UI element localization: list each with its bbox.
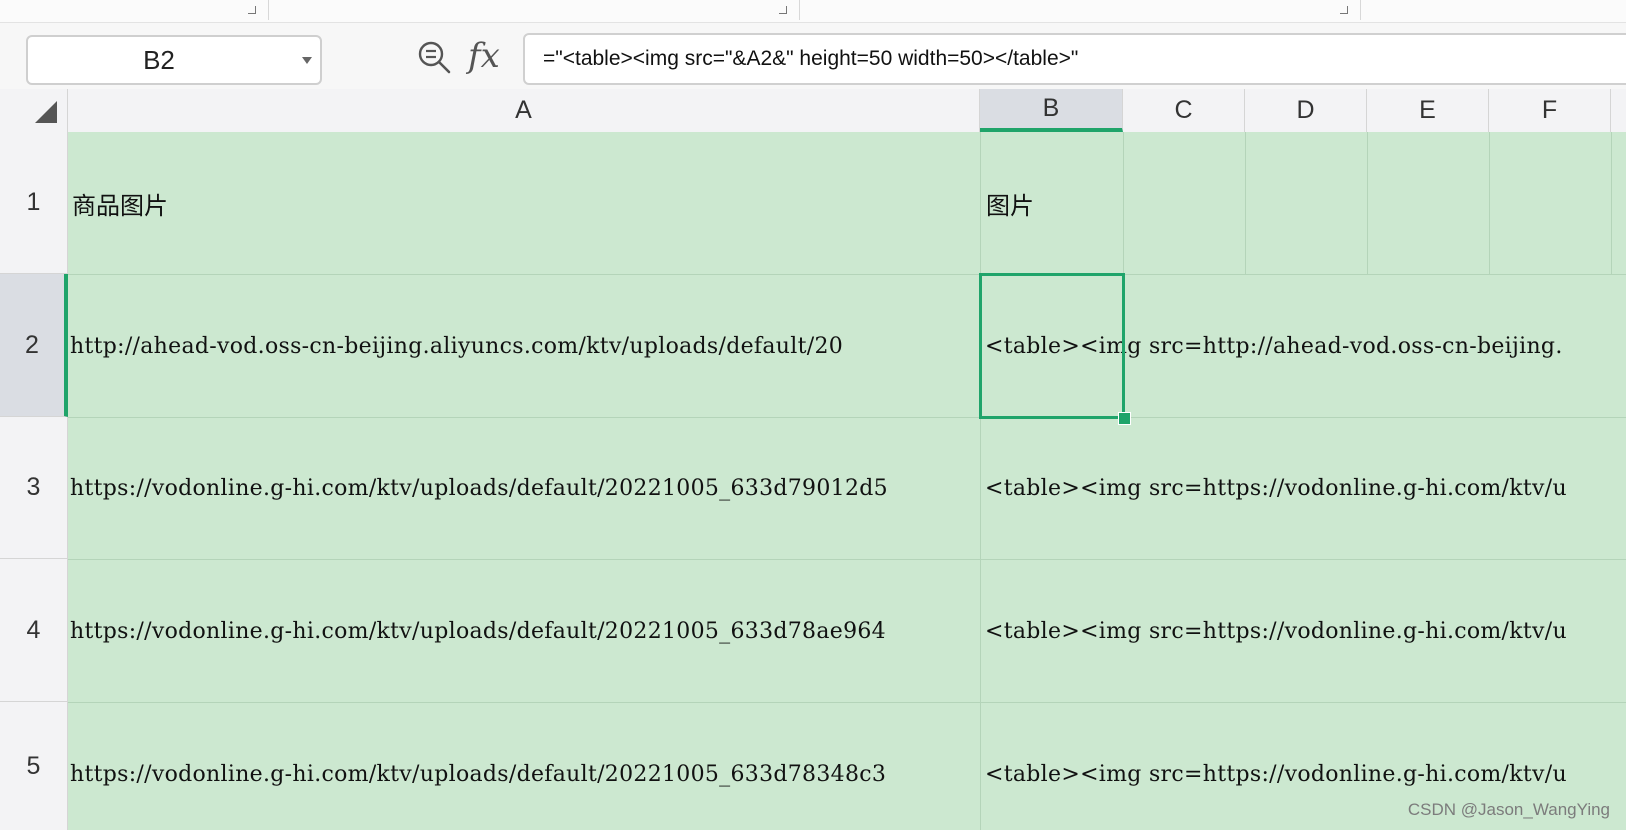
name-box-value[interactable]: B2 [28, 37, 290, 83]
toolbar-strip [0, 0, 1626, 23]
toolbar-segment[interactable] [269, 0, 800, 20]
row-header-2[interactable]: 2 [0, 274, 68, 417]
gridline [1123, 132, 1124, 274]
formula-input[interactable]: ="<table><img src="&A2&" height=50 width… [523, 33, 1626, 85]
select-all-icon [35, 101, 57, 123]
cell-a5[interactable]: https://vodonline.g-hi.com/ktv/uploads/d… [70, 703, 979, 830]
cell-a2[interactable]: http://ahead-vod.oss-cn-beijing.aliyuncs… [70, 275, 979, 417]
watermark: CSDN @Jason_WangYing [1407, 800, 1610, 819]
gridline [1245, 132, 1246, 274]
zoom-out-icon[interactable] [416, 39, 452, 75]
row-header-3[interactable]: 3 [0, 417, 68, 559]
name-box[interactable]: B2 [26, 35, 322, 85]
column-header-g[interactable] [1611, 89, 1626, 132]
column-header-b[interactable]: B [980, 89, 1123, 132]
expand-corner-icon[interactable] [1340, 6, 1348, 14]
column-header-f[interactable]: F [1489, 89, 1611, 132]
column-header-c[interactable]: C [1123, 89, 1245, 132]
active-cell-border [979, 273, 1125, 419]
column-header-e[interactable]: E [1367, 89, 1489, 132]
expand-corner-icon[interactable] [779, 6, 787, 14]
cell-b4[interactable]: <table><img src=https://vodonline.g-hi.c… [985, 560, 1625, 702]
formula-bar: B2 fx ="<table><img src="&A2&" height=50… [0, 23, 1626, 89]
column-header-row: A B C D E F [0, 89, 1626, 133]
expand-corner-icon[interactable] [248, 6, 256, 14]
gridline [980, 132, 981, 830]
fx-icon[interactable]: fx [468, 33, 500, 79]
gridline [1489, 132, 1490, 274]
gridline [1611, 132, 1612, 274]
toolbar-segment[interactable] [0, 0, 269, 20]
cell-a4[interactable]: https://vodonline.g-hi.com/ktv/uploads/d… [70, 560, 979, 702]
row-header-4[interactable]: 4 [0, 559, 68, 702]
cell-a3[interactable]: https://vodonline.g-hi.com/ktv/uploads/d… [70, 418, 979, 559]
gridline [1367, 132, 1368, 274]
column-header-d[interactable]: D [1245, 89, 1367, 132]
select-all-button[interactable] [0, 89, 68, 132]
column-header-a[interactable]: A [68, 89, 980, 132]
fill-handle[interactable] [1118, 412, 1131, 425]
row-header-1[interactable]: 1 [0, 132, 68, 274]
row-header-5[interactable]: 5 [0, 702, 68, 830]
cell-b3[interactable]: <table><img src=https://vodonline.g-hi.c… [985, 418, 1625, 559]
chevron-down-icon[interactable] [302, 57, 312, 64]
toolbar-segment[interactable] [800, 0, 1361, 20]
cell-b1[interactable]: 图片 [986, 132, 1121, 274]
cell-grid[interactable]: 商品图片 图片 http://ahead-vod.oss-cn-beijing.… [68, 132, 1626, 830]
cell-a1[interactable]: 商品图片 [72, 132, 972, 274]
